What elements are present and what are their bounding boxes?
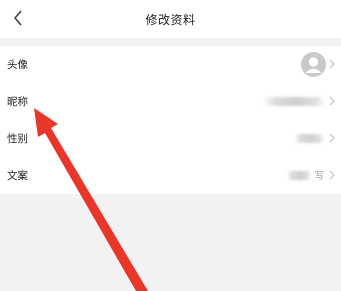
gender-row[interactable]: 性别 [0, 120, 341, 157]
nickname-row[interactable]: 昵称 [0, 83, 341, 120]
back-button[interactable] [4, 4, 32, 32]
profile-settings-list: 头像 昵称 性别 文案 写 [0, 46, 341, 194]
nickname-value-blurred [263, 97, 325, 106]
bio-value-text: 写 [314, 171, 324, 182]
gender-value-blurred [294, 134, 324, 143]
chevron-right-icon [329, 59, 335, 69]
avatar[interactable] [301, 52, 326, 77]
bio-value-blurred [287, 171, 311, 180]
chevron-right-icon [329, 133, 335, 143]
bio-row-label: 文案 [7, 170, 28, 182]
chevron-right-icon [329, 96, 335, 106]
gender-row-label: 性别 [7, 133, 28, 145]
page-title: 修改资料 [145, 12, 196, 27]
nickname-row-label: 昵称 [7, 96, 28, 108]
default-user-icon [305, 57, 322, 73]
edit-profile-screen: 修改资料 头像 昵称 性别 文案 写 [0, 0, 341, 291]
chevron-left-icon [14, 10, 22, 26]
avatar-row-label: 头像 [7, 59, 28, 71]
top-bar: 修改资料 [0, 0, 341, 38]
bio-row[interactable]: 文案 写 [0, 157, 341, 194]
avatar-row[interactable]: 头像 [0, 46, 341, 83]
chevron-right-icon [329, 170, 335, 180]
